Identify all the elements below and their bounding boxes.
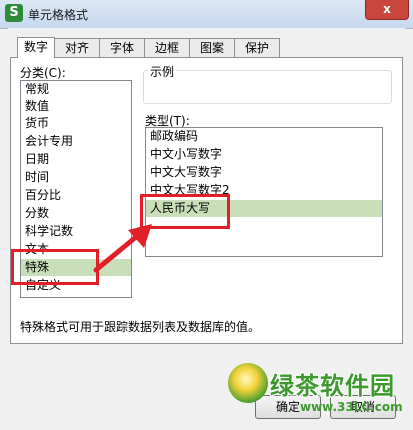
type-item[interactable]: 中文大写数字 xyxy=(150,164,222,181)
type-item[interactable]: 邮政编码 xyxy=(150,128,198,145)
category-item[interactable]: 日期 xyxy=(25,151,49,168)
category-item[interactable]: 分数 xyxy=(25,205,49,222)
arrow-icon xyxy=(93,224,152,273)
category-label: 分类(C): xyxy=(20,66,66,80)
tab-protection[interactable]: 保护 xyxy=(234,38,280,57)
category-item[interactable]: 百分比 xyxy=(25,187,61,204)
tab-border[interactable]: 边框 xyxy=(144,38,190,57)
tab-font[interactable]: 字体 xyxy=(99,38,145,57)
watermark-url: www.33LC.com xyxy=(300,400,403,414)
category-item[interactable]: 货币 xyxy=(25,115,49,132)
tab-number[interactable]: 数字 xyxy=(17,37,55,58)
close-button[interactable]: x xyxy=(365,0,409,20)
category-item[interactable]: 数值 xyxy=(25,98,49,115)
category-item[interactable]: 常规 xyxy=(25,81,49,98)
highlight-box-category xyxy=(11,249,99,285)
watermark-logo-icon xyxy=(228,363,268,403)
category-item[interactable]: 时间 xyxy=(25,169,49,186)
tab-alignment[interactable]: 对齐 xyxy=(54,38,100,57)
category-item[interactable]: 会计专用 xyxy=(25,133,73,150)
app-icon: S xyxy=(5,4,23,22)
type-item[interactable]: 中文小写数字 xyxy=(150,146,222,163)
type-listbox[interactable]: 邮政编码 中文小写数字 中文大写数字 中文大写数字2 人民币大写 xyxy=(145,127,383,257)
sample-box xyxy=(143,70,392,104)
watermark-text: 绿茶软件园 xyxy=(270,372,395,400)
dialog-title: 单元格格式 xyxy=(28,8,89,22)
tab-pattern[interactable]: 图案 xyxy=(189,38,235,57)
format-description: 特殊格式可用于跟踪数据列表及数据库的值。 xyxy=(20,320,261,334)
sample-label: 示例 xyxy=(148,63,177,80)
category-item[interactable]: 科学记数 xyxy=(25,223,73,240)
